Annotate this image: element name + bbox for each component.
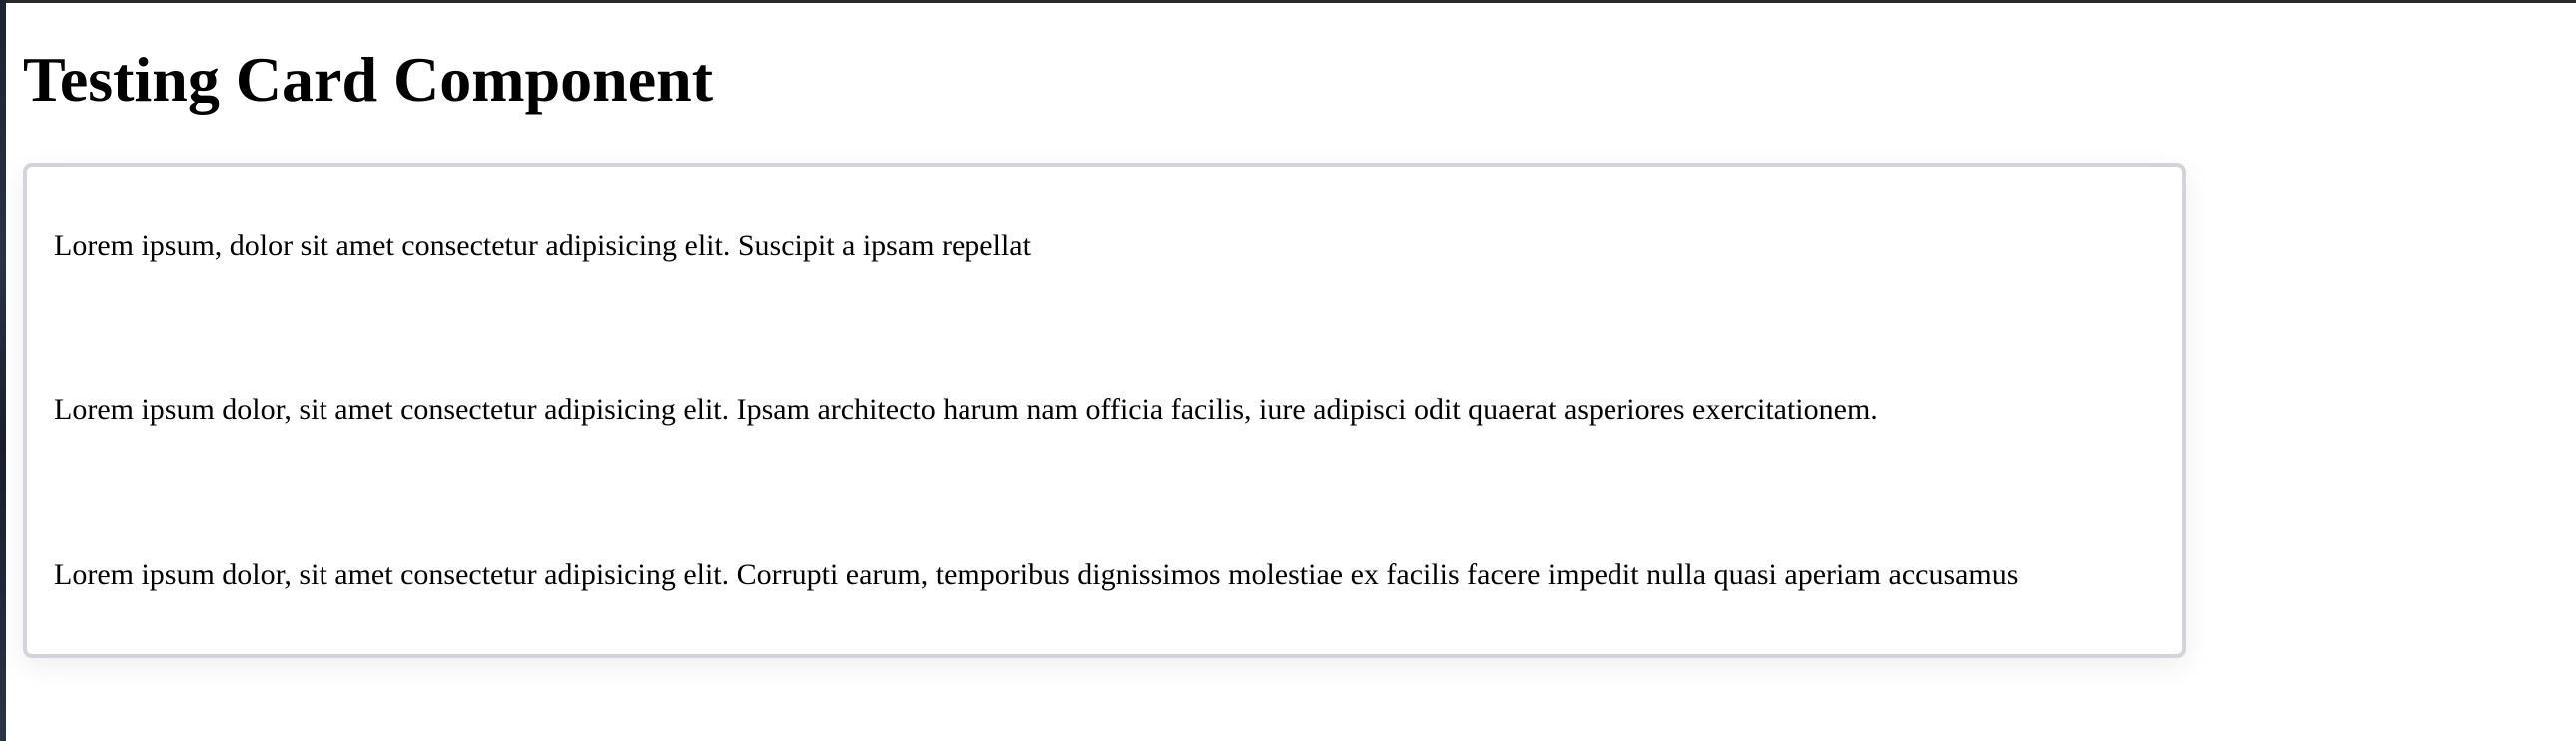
page-title: Testing Card Component [23, 44, 714, 115]
card-paragraph-2: Lorem ipsum dolor, sit amet consectetur … [54, 393, 1878, 426]
card-paragraph-3: Lorem ipsum dolor, sit amet consectetur … [54, 558, 2019, 591]
card-paragraph-1: Lorem ipsum, dolor sit amet consectetur … [54, 229, 1031, 262]
background-window-edge [0, 0, 6, 741]
window-top-border [0, 0, 2576, 3]
